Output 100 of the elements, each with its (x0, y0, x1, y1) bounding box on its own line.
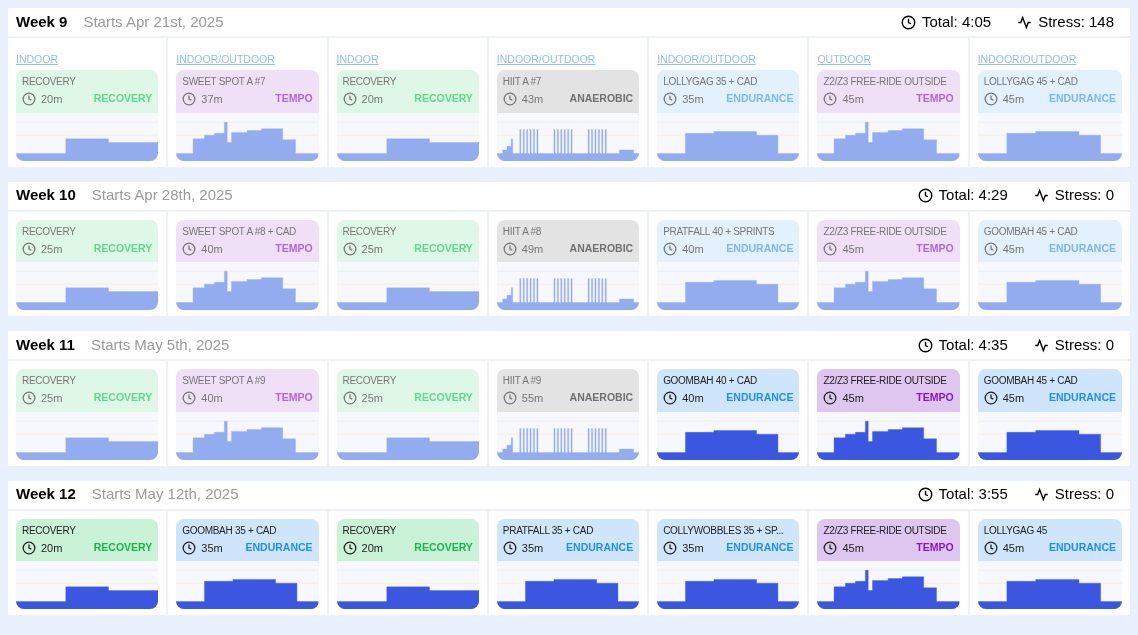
workout-card[interactable]: SWEET SPOT A #9 40m TEMPO (176, 369, 319, 412)
workout-card[interactable]: RECOVERY 25m RECOVERY (16, 219, 159, 262)
zone-label: RECOVERY (93, 539, 153, 555)
workout-card[interactable]: RECOVERY 20m RECOVERY (16, 70, 159, 113)
zone-label: TEMPO (916, 91, 954, 107)
workout-card[interactable]: GOOMBAH 35 + CAD 35m ENDURANCE (176, 518, 319, 561)
workout-name: RECOVERY (342, 75, 398, 89)
workout-card[interactable]: GOOMBAH 45 + CAD 45m ENDURANCE (977, 369, 1122, 412)
clock-icon (22, 92, 36, 107)
clock-icon (502, 241, 517, 256)
workout-name: RECOVERY (342, 523, 398, 538)
workout-name: SWEET SPOT A #9 (182, 374, 267, 388)
clock-icon (917, 188, 933, 203)
workout-card[interactable]: RECOVERY 20m RECOVERY (336, 518, 479, 561)
zone-label: RECOVERY (414, 390, 473, 406)
workout-card[interactable]: RECOVERY 25m RECOVERY (336, 369, 479, 412)
clock-icon (182, 391, 197, 406)
clock-icon (22, 391, 36, 406)
activity-icon (1017, 14, 1033, 30)
workout-card[interactable]: PRATFALL 35 + CAD 35m ENDURANCE (496, 518, 640, 561)
activity-icon (1033, 188, 1049, 203)
activity-icon (1033, 487, 1049, 502)
clock-icon (182, 540, 197, 555)
workout-card[interactable]: RECOVERY 20m RECOVERY (336, 70, 479, 113)
workout-name: HIIT A #9 (502, 374, 543, 388)
workout-duration: 40m (201, 391, 223, 406)
workout-name: RECOVERY (342, 374, 398, 388)
workout-card[interactable]: LOLLYGAG 45 45m ENDURANCE (977, 518, 1122, 561)
workout-card[interactable]: PRATFALL 40 + SPRINTS 40m ENDURANCE (657, 219, 800, 262)
clock-icon (22, 241, 36, 256)
clock-icon (342, 92, 357, 107)
workout-name: HIIT A #7 (502, 75, 543, 89)
clock-icon (342, 241, 357, 256)
workout-name: GOOMBAH 45 + CAD (983, 374, 1079, 388)
week-title: Week 11 (16, 334, 75, 355)
zone-label: RECOVERY (414, 240, 473, 256)
zone-label: TEMPO (916, 390, 954, 406)
clock-icon (983, 540, 998, 555)
workout-card[interactable]: RECOVERY 25m RECOVERY (336, 219, 479, 262)
zone-label: RECOVERY (93, 91, 153, 107)
workout-name: RECOVERY (22, 523, 77, 538)
workout-duration: 37m (201, 92, 223, 107)
workout-card[interactable]: Z2/Z3 FREE-RIDE OUTSIDE 45m TEMPO (817, 518, 960, 561)
workout-name: RECOVERY (22, 75, 77, 89)
workout-card[interactable]: SWEET SPOT A #8 + CAD 40m TEMPO (176, 219, 319, 262)
workout-duration: 35m (682, 92, 704, 107)
workout-duration: 20m (41, 92, 63, 107)
zone-label: ENDURANCE (726, 91, 794, 107)
workout-duration: 45m (842, 241, 864, 257)
week-stress: Stress: 0 (1054, 484, 1114, 505)
activity-icon (1033, 337, 1049, 353)
workout-duration: 43m (521, 92, 544, 107)
week-start-date: Starts Apr 28th, 2025 (91, 185, 233, 206)
workout-duration: 45m (842, 540, 864, 556)
workout-card[interactable]: LOLLYGAG 45 + CAD 45m ENDURANCE (977, 70, 1122, 113)
workout-duration: 25m (361, 391, 383, 406)
workout-card[interactable]: COLLYWOBBLES 35 + SP... 35m ENDURANCE (657, 518, 800, 561)
week-title: Week 12 (16, 484, 76, 505)
week-stress: Stress: 148 (1038, 11, 1114, 32)
zone-label: TEMPO (916, 539, 954, 555)
week-total: Total: 4:35 (938, 334, 1008, 355)
workout-card[interactable]: RECOVERY 20m RECOVERY (16, 518, 159, 561)
workout-duration: 40m (201, 241, 223, 257)
clock-icon (823, 540, 838, 555)
workout-card[interactable]: SWEET SPOT A #7 37m TEMPO (176, 70, 319, 113)
workout-card[interactable]: RECOVERY 25m RECOVERY (16, 369, 159, 412)
workout-card[interactable]: GOOMBAH 40 + CAD 40m ENDURANCE (657, 369, 800, 412)
zone-label: ENDURANCE (726, 240, 794, 256)
zone-label: ANAEROBIC (569, 91, 634, 107)
workout-duration: 45m (1002, 540, 1025, 556)
workout-duration: 20m (361, 92, 383, 107)
clock-icon (663, 540, 678, 555)
workout-name: RECOVERY (342, 224, 398, 239)
workout-name: SWEET SPOT A #8 + CAD (182, 224, 297, 239)
week-title: Week 10 (16, 185, 76, 206)
clock-icon (182, 241, 197, 256)
workout-name: HIIT A #8 (502, 224, 543, 239)
workout-name: SWEET SPOT A #7 (182, 75, 267, 89)
workout-duration: 45m (842, 391, 864, 406)
workout-name: GOOMBAH 45 + CAD (983, 224, 1079, 239)
workout-card[interactable]: GOOMBAH 45 + CAD 45m ENDURANCE (977, 219, 1122, 262)
workout-duration: 40m (682, 391, 704, 406)
clock-icon (502, 92, 517, 107)
workout-card[interactable]: Z2/Z3 FREE-RIDE OUTSIDE 45m TEMPO (817, 219, 960, 262)
clock-icon (342, 540, 357, 555)
clock-icon (983, 92, 998, 107)
workout-card[interactable]: HIIT A #9 55m ANAEROBIC (496, 369, 640, 412)
workout-name: LOLLYGAG 45 (983, 523, 1048, 538)
zone-label: ENDURANCE (1048, 390, 1116, 406)
workout-card[interactable]: HIIT A #8 49m ANAEROBIC (496, 219, 640, 262)
workout-card[interactable]: HIIT A #7 43m ANAEROBIC (496, 70, 640, 113)
zone-label: ENDURANCE (245, 539, 313, 555)
workout-duration: 40m (682, 241, 704, 257)
workout-card[interactable]: Z2/Z3 FREE-RIDE OUTSIDE 45m TEMPO (817, 70, 960, 113)
workout-card[interactable]: LOLLYGAG 35 + CAD 35m ENDURANCE (657, 70, 800, 113)
zone-label: ANAEROBIC (569, 390, 634, 406)
week-total: Total: 3:55 (938, 484, 1008, 505)
clock-icon (983, 391, 998, 406)
workout-name: Z2/Z3 FREE-RIDE OUTSIDE (823, 374, 948, 388)
workout-card[interactable]: Z2/Z3 FREE-RIDE OUTSIDE 45m TEMPO (817, 369, 960, 412)
